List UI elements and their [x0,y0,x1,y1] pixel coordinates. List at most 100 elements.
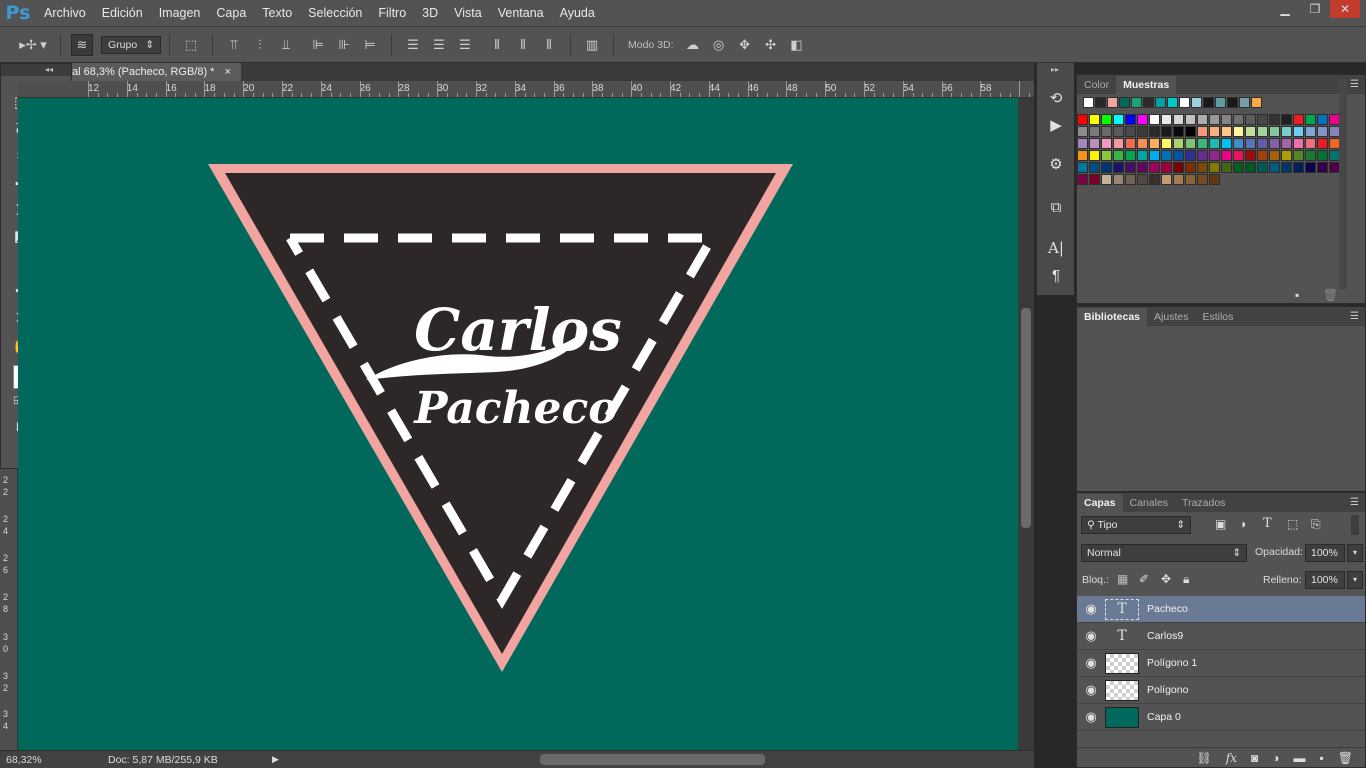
align-top-icon[interactable]: ⫪ [223,34,245,56]
color-swatch[interactable] [1149,138,1160,149]
panel-menu-icon[interactable]: ☰ [1350,497,1359,508]
color-swatch[interactable] [1125,150,1136,161]
auto-select-dropdown[interactable]: Grupo ⇕ [101,35,161,54]
menu-item[interactable]: Filtro [370,0,414,26]
color-swatch[interactable] [1149,126,1160,137]
align-bottom-icon[interactable]: ⫫ [275,34,297,56]
color-swatch[interactable] [1113,126,1124,137]
color-swatch[interactable] [1317,162,1328,173]
color-swatch[interactable] [1305,138,1316,149]
color-swatch[interactable] [1245,162,1256,173]
delete-layer-icon[interactable]: 🗑 [1338,751,1353,765]
color-swatch[interactable] [1101,150,1112,161]
filter-adjustment-icon[interactable]: ◑ [1239,517,1246,531]
filter-smart-object-icon[interactable]: ⎘ [1311,517,1321,532]
fill-input[interactable]: 100% [1305,571,1345,589]
color-swatch[interactable] [1101,138,1112,149]
recent-swatch[interactable] [1227,97,1238,108]
distribute-left-icon[interactable]: ⫴ [486,34,508,56]
color-swatch[interactable] [1293,162,1304,173]
color-swatch[interactable] [1161,174,1172,185]
color-swatch[interactable] [1101,114,1112,125]
align-left-icon[interactable]: ⊫ [307,34,329,56]
link-layers-icon[interactable]: ⛓ [1197,751,1212,765]
color-swatch[interactable] [1269,114,1280,125]
transform-controls-icon[interactable]: ⬚ [180,34,202,56]
color-swatch[interactable] [1077,114,1088,125]
recent-swatch[interactable] [1155,97,1166,108]
color-swatch[interactable] [1125,126,1136,137]
distribute-bottom-icon[interactable]: ☰ [454,34,476,56]
tab-color[interactable]: Color [1077,76,1116,94]
color-swatch[interactable] [1257,150,1268,161]
align-hcenter-icon[interactable]: ⊪ [333,34,355,56]
color-swatch[interactable] [1317,126,1328,137]
color-swatch[interactable] [1113,174,1124,185]
clone-source-panel-icon[interactable]: ⧉ [1044,196,1068,218]
color-swatch[interactable] [1221,138,1232,149]
color-swatch[interactable] [1173,114,1184,125]
recent-swatch[interactable] [1095,97,1106,108]
color-swatch[interactable] [1137,174,1148,185]
recent-swatch[interactable] [1191,97,1202,108]
color-swatch[interactable] [1209,162,1220,173]
menu-item[interactable]: Imagen [151,0,209,26]
color-swatch[interactable] [1089,162,1100,173]
distribute-hcenter-icon[interactable]: ⫴ [512,34,534,56]
eye-icon[interactable]: ◉ [1077,709,1105,725]
color-swatch[interactable] [1185,162,1196,173]
color-swatch[interactable] [1209,126,1220,137]
add-mask-icon[interactable]: ◙ [1251,751,1258,765]
horizontal-scroll-thumb[interactable] [540,754,765,765]
color-swatch[interactable] [1245,114,1256,125]
color-swatch[interactable] [1305,126,1316,137]
color-swatch[interactable] [1281,138,1292,149]
tab-muestras[interactable]: Muestras [1116,76,1177,94]
color-swatch[interactable] [1161,126,1172,137]
auto-select-layers-icon[interactable]: ≋ [71,33,93,56]
properties-panel-icon[interactable]: ⚙ [1044,153,1068,175]
color-swatch[interactable] [1209,114,1220,125]
drag-3d-icon[interactable]: ✥ [734,34,756,56]
color-swatch[interactable] [1113,150,1124,161]
layer-row[interactable]: ◉ Polígono 1 [1077,650,1365,677]
color-swatch[interactable] [1077,162,1088,173]
eye-icon[interactable]: ◉ [1077,601,1105,617]
color-swatch[interactable] [1293,138,1304,149]
align-right-icon[interactable]: ⊨ [359,34,381,56]
lock-transparent-icon[interactable]: ▦ [1117,572,1128,586]
recent-swatch[interactable] [1215,97,1226,108]
color-swatch[interactable] [1209,174,1220,185]
color-swatch[interactable] [1149,162,1160,173]
color-swatch[interactable] [1197,174,1208,185]
recent-swatch[interactable] [1179,97,1190,108]
filter-type-icon[interactable]: T [1263,516,1272,531]
color-swatch[interactable] [1089,174,1100,185]
character-panel-icon[interactable]: A| [1044,237,1068,259]
recent-swatch[interactable] [1251,97,1262,108]
menu-item[interactable]: Edición [94,0,151,26]
filter-shape-icon[interactable]: ⬚ [1287,517,1298,531]
recent-swatch[interactable] [1239,97,1250,108]
recent-swatch[interactable] [1131,97,1142,108]
align-vcenter-icon[interactable]: ⫶ [249,34,271,56]
color-swatch[interactable] [1077,126,1088,137]
layer-style-icon[interactable]: fx [1226,751,1237,765]
color-swatch[interactable] [1197,150,1208,161]
color-swatch[interactable] [1257,114,1268,125]
tab-ajustes[interactable]: Ajustes [1147,308,1195,326]
color-swatch[interactable] [1293,126,1304,137]
color-swatch[interactable] [1305,150,1316,161]
menu-item[interactable]: Archivo [36,0,94,26]
new-swatch-icon[interactable]: ▪ [1295,288,1299,302]
layer-row[interactable]: ◉ T Pacheco [1077,596,1365,623]
menu-item[interactable]: Texto [254,0,300,26]
recent-swatch[interactable] [1143,97,1154,108]
color-swatch[interactable] [1305,114,1316,125]
new-group-icon[interactable]: ▬ [1294,751,1306,765]
color-swatch[interactable] [1173,162,1184,173]
color-swatch[interactable] [1281,114,1292,125]
color-swatch[interactable] [1125,174,1136,185]
color-swatch[interactable] [1221,162,1232,173]
color-swatch[interactable] [1221,114,1232,125]
